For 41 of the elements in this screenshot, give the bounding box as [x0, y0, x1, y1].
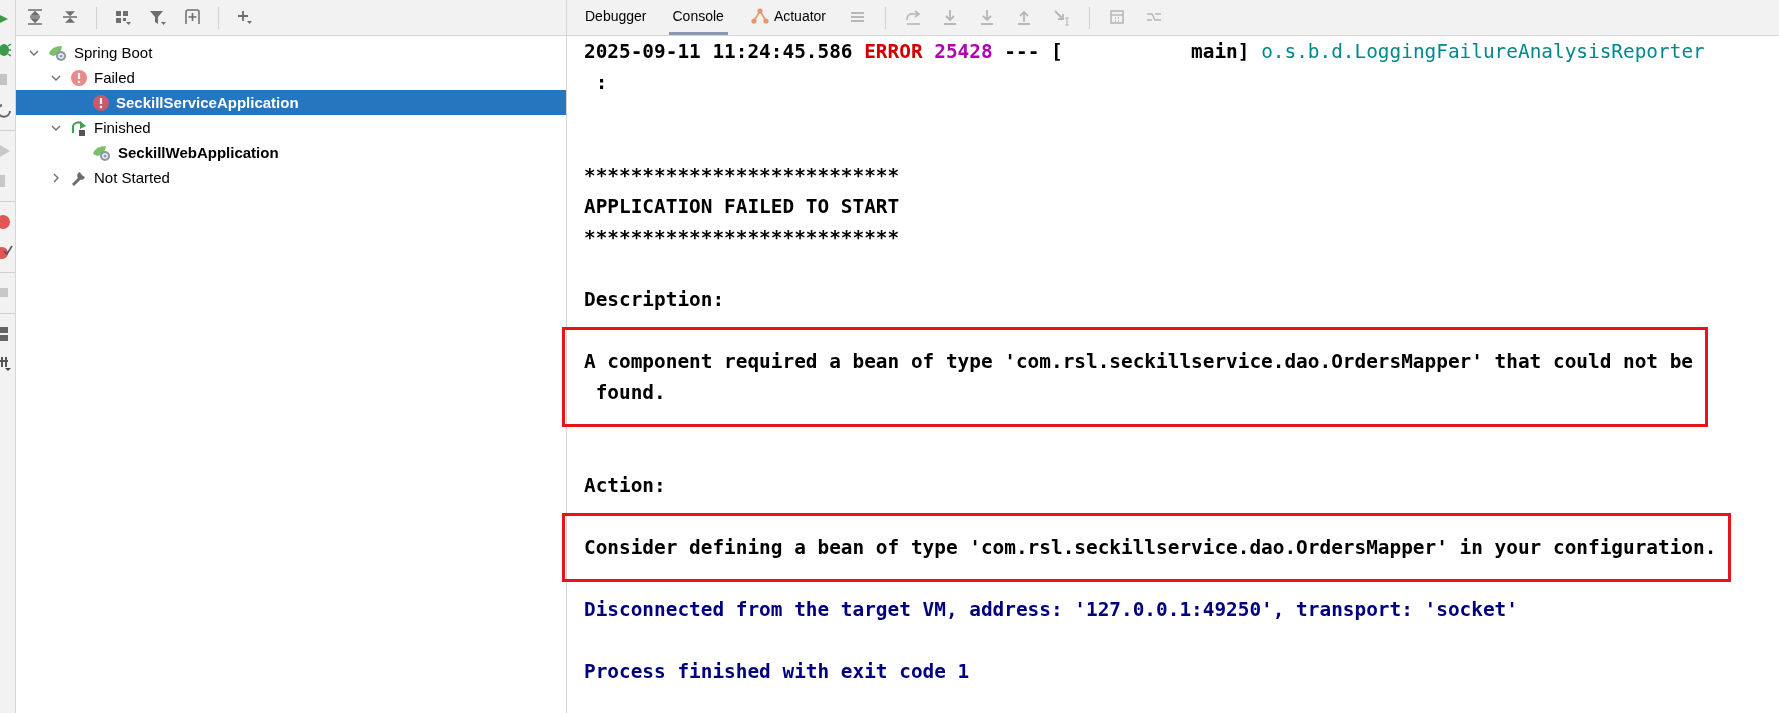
- tree-label: Not Started: [94, 169, 170, 186]
- tab[interactable]: Actuator: [745, 0, 830, 35]
- add-icon[interactable]: [235, 8, 254, 27]
- console-line: Action:: [584, 473, 666, 499]
- console-line: Description:: [584, 287, 725, 313]
- error-icon: [70, 68, 88, 87]
- console-line: ***************************: [584, 225, 900, 251]
- filter-icon[interactable]: [148, 8, 167, 27]
- tree-label: SeckillServiceApplication: [116, 94, 299, 111]
- console-line: ***************************: [584, 163, 900, 189]
- add-frame-icon[interactable]: [183, 8, 202, 27]
- tree-row[interactable]: Finished: [16, 115, 566, 140]
- console-line: Disconnected from the target VM, address: '127.0.0.1:49250', transport: 'socket': [584, 597, 1518, 623]
- console-line: A component required a bean of type 'com.rsl.seckillservice.dao.OrdersMapper' that could not be: [584, 349, 1694, 375]
- actuator-icon: [749, 7, 770, 25]
- tree-label: Failed: [94, 69, 135, 86]
- group-icon[interactable]: [113, 8, 132, 27]
- step-over-icon[interactable]: [904, 8, 923, 27]
- spring-boot-icon: [92, 143, 112, 162]
- run-to-cursor-icon[interactable]: [1052, 8, 1071, 27]
- console-line: APPLICATION FAILED TO START: [584, 194, 900, 220]
- console-line: Process finished with exit code 1: [584, 659, 970, 685]
- error-icon: [92, 93, 110, 112]
- tree-row[interactable]: Failed: [16, 65, 566, 90]
- tree-row[interactable]: Spring Boot: [16, 40, 566, 65]
- console-line: :: [594, 70, 608, 96]
- tree-label: Finished: [94, 119, 151, 136]
- tab[interactable]: Debugger: [581, 0, 651, 35]
- bug-icon[interactable]: [0, 40, 14, 60]
- tree-row[interactable]: SeckillWebApplication: [16, 140, 566, 165]
- tree-row[interactable]: Not Started: [16, 165, 566, 190]
- tree-label: Spring Boot: [74, 44, 153, 61]
- restart-icon: [70, 118, 88, 137]
- spring-boot-icon: [48, 43, 68, 62]
- console-line: 2025-09-11 11:24:45.586 ERROR 25428 --- [ main] o.s.b.d.LoggingFailureAnalysisReporter: [584, 39, 1705, 65]
- tree-label: SeckillWebApplication: [118, 144, 279, 161]
- tab[interactable]: Console: [668, 0, 728, 35]
- console-line: Consider defining a bean of type 'com.rsl.seckillservice.dao.OrdersMapper' in your configuration.: [584, 535, 1717, 561]
- tree-row[interactable]: SeckillServiceApplication: [16, 90, 566, 115]
- console-line: found.: [594, 380, 666, 406]
- expand-all-icon[interactable]: [26, 8, 45, 27]
